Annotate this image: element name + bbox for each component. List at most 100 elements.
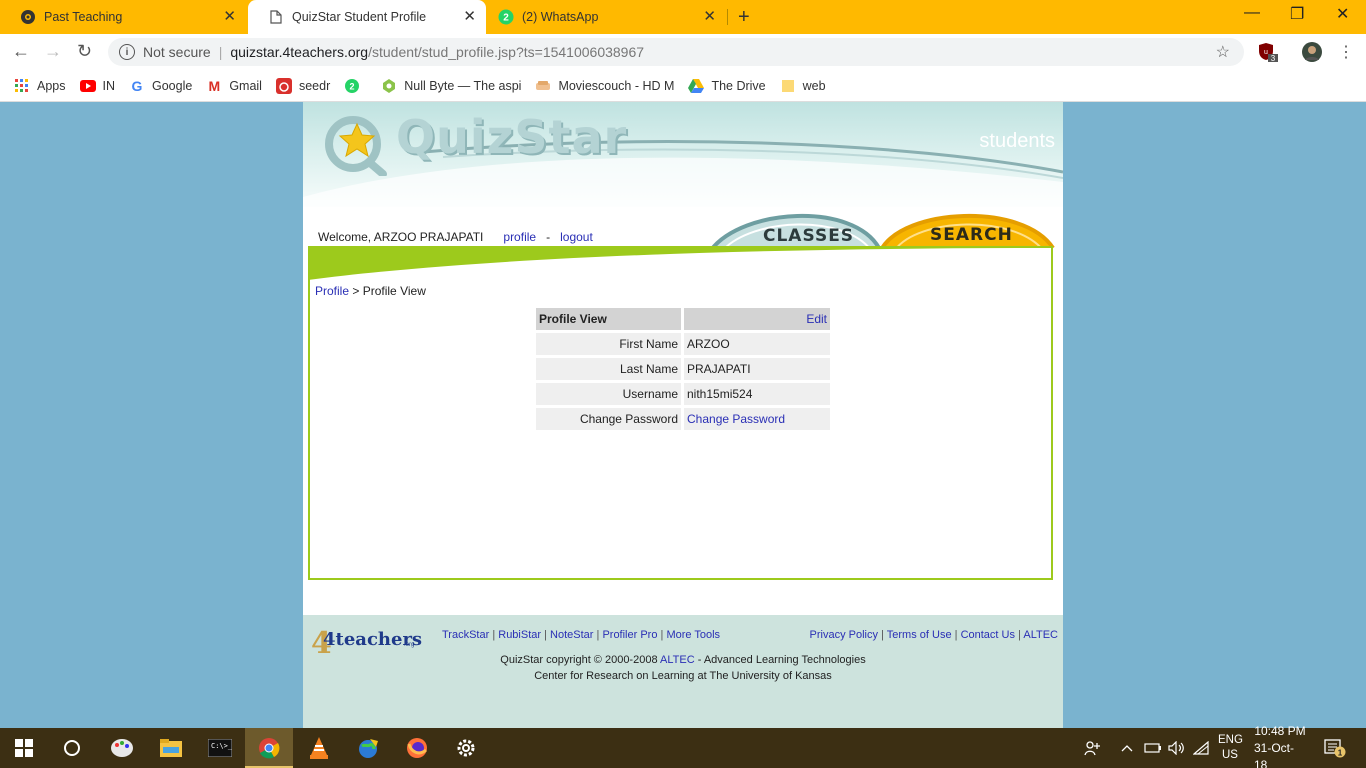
username-label: Username	[536, 383, 681, 405]
cortana-search-icon[interactable]	[48, 728, 96, 768]
tab-classes[interactable]: CLASSES	[763, 226, 854, 246]
url-path: /student/stud_profile.jsp?ts=15410060389…	[368, 44, 645, 60]
url-host: quizstar.4teachers.org	[230, 44, 369, 60]
reload-icon[interactable]: ↻	[77, 41, 92, 62]
table-row: Username nith15mi524	[536, 383, 830, 405]
firefox-icon[interactable]	[393, 728, 441, 768]
tab-title: (2) WhatsApp	[522, 10, 599, 24]
bookmark-seedr[interactable]: seedr	[275, 77, 330, 94]
bookmark-null-byte[interactable]: Null Byte — The aspi	[381, 78, 521, 94]
restore-icon[interactable]: ❐	[1290, 4, 1304, 24]
more-tools-link[interactable]: More Tools	[666, 629, 720, 641]
green-swoosh-bar	[308, 246, 1053, 280]
bookmark-in[interactable]: IN	[79, 78, 116, 94]
table-row: Change Password Change Password	[536, 408, 830, 430]
profile-header-title: Profile View	[536, 308, 681, 330]
address-bar[interactable]: i Not secure | quizstar.4teachers.org /s…	[108, 38, 1244, 66]
close-window-icon[interactable]: ✕	[1336, 4, 1349, 24]
bookmark-whatsapp[interactable]: 2	[344, 78, 367, 94]
bookmark-label: Gmail	[229, 78, 262, 93]
browser-toolbar: ← → ↻ i Not secure | quizstar.4teachers.…	[0, 34, 1366, 70]
close-tab-icon[interactable]: ✕	[703, 9, 716, 25]
bookmark-gmail[interactable]: M Gmail	[206, 78, 262, 94]
back-arrow-icon[interactable]: ←	[12, 41, 30, 62]
forward-arrow-icon[interactable]: →	[44, 41, 62, 62]
rubistar-link[interactable]: RubiStar	[498, 629, 541, 641]
first-name-value: ARZOO	[684, 333, 830, 355]
windows-start-icon[interactable]	[0, 728, 48, 768]
logout-link[interactable]: logout	[560, 230, 593, 244]
bookmark-star-icon[interactable]: ☆	[1216, 42, 1230, 62]
terms-of-use-link[interactable]: Terms of Use	[887, 629, 952, 641]
chevron-up-icon[interactable]	[1121, 728, 1133, 768]
breadcrumb-profile-link[interactable]: Profile	[315, 284, 349, 298]
change-password-link[interactable]: Change Password	[687, 412, 785, 426]
tab-past-teaching[interactable]: Past Teaching ✕	[0, 0, 246, 34]
tab-whatsapp[interactable]: 2 (2) WhatsApp ✕	[486, 0, 726, 34]
bookmark-google[interactable]: G Google	[129, 78, 193, 94]
action-center-icon[interactable]: 1	[1324, 728, 1346, 768]
tab-quizstar-profile[interactable]: QuizStar Student Profile ✕	[248, 0, 486, 34]
trackstar-link[interactable]: TrackStar	[442, 629, 489, 641]
breadcrumb-separator: >	[352, 284, 360, 298]
last-name-value: PRAJAPATI	[684, 358, 830, 380]
file-explorer-icon[interactable]	[147, 728, 195, 768]
tab-separator	[727, 9, 728, 25]
close-tab-icon[interactable]: ✕	[463, 9, 476, 25]
minimize-icon[interactable]: —	[1244, 4, 1260, 22]
terminal-icon[interactable]: C:\>_	[196, 728, 244, 768]
profiler-pro-link[interactable]: Profiler Pro	[602, 629, 657, 641]
battery-power-icon[interactable]	[1144, 728, 1162, 768]
bookmark-apps[interactable]: Apps	[14, 78, 66, 94]
profile-table-header: Profile View Edit	[536, 308, 830, 330]
table-row: Last Name PRAJAPATI	[536, 358, 830, 380]
svg-text:1: 1	[1338, 749, 1343, 758]
breadcrumb: Profile > Profile View	[315, 284, 426, 298]
gear-favicon-icon	[20, 9, 36, 25]
username-value: nith15mi524	[684, 383, 830, 405]
google-drive-icon	[688, 78, 705, 94]
tab-title: QuizStar Student Profile	[292, 10, 427, 24]
ublock-extension-icon[interactable]: u3	[1258, 42, 1278, 65]
bookmark-label: Moviescouch - HD M	[558, 78, 675, 93]
youtube-icon	[79, 78, 96, 94]
wifi-icon[interactable]	[1193, 728, 1209, 768]
chrome-taskbar-icon[interactable]	[245, 728, 293, 768]
altec-link[interactable]: ALTEC	[1023, 629, 1058, 641]
copyright-altec-link[interactable]: ALTEC	[660, 654, 695, 666]
people-icon[interactable]	[1084, 728, 1102, 768]
whatsapp-favicon-icon: 2	[498, 9, 514, 25]
svg-text:u: u	[1264, 49, 1268, 56]
paint-app-icon[interactable]	[98, 728, 146, 768]
clock[interactable]: 10:48 PM 31-Oct-18	[1254, 724, 1306, 768]
bookmark-web[interactable]: web	[780, 78, 826, 94]
footer-tool-links: TrackStar | RubiStar | NoteStar | Profil…	[442, 629, 721, 641]
bookmark-label: IN	[102, 78, 116, 93]
bookmark-the-drive[interactable]: The Drive	[688, 78, 766, 94]
copyright-center: Center for Research on Learning at The U…	[534, 670, 832, 682]
svg-text:2: 2	[350, 81, 355, 91]
profile-avatar[interactable]	[1302, 42, 1322, 65]
change-password-label: Change Password	[536, 408, 681, 430]
bookmark-moviescouch[interactable]: Moviescouch - HD M	[535, 78, 674, 94]
menu-kebab-icon[interactable]: ⋮	[1338, 42, 1354, 62]
whatsapp-icon: 2	[344, 78, 360, 94]
language-indicator[interactable]: ENG US	[1218, 728, 1243, 768]
svg-text:3: 3	[1271, 54, 1276, 62]
close-tab-icon[interactable]: ✕	[223, 9, 236, 25]
folder-icon	[780, 78, 796, 94]
contact-us-link[interactable]: Contact Us	[961, 629, 1015, 641]
new-tab-plus-icon[interactable]: +	[738, 6, 750, 29]
svg-text:C:\>_: C:\>_	[211, 742, 232, 750]
edit-profile-link[interactable]: Edit	[806, 312, 827, 326]
profile-link[interactable]: profile	[503, 230, 536, 244]
notestar-link[interactable]: NoteStar	[550, 629, 593, 641]
tab-search[interactable]: SEARCH	[930, 225, 1013, 245]
privacy-policy-link[interactable]: Privacy Policy	[810, 629, 878, 641]
globe-app-icon[interactable]	[344, 728, 392, 768]
info-icon[interactable]: i	[119, 44, 135, 60]
vlc-icon[interactable]	[295, 728, 343, 768]
volume-icon[interactable]	[1168, 728, 1186, 768]
settings-gear-icon[interactable]	[442, 728, 490, 768]
first-name-label: First Name	[536, 333, 681, 355]
